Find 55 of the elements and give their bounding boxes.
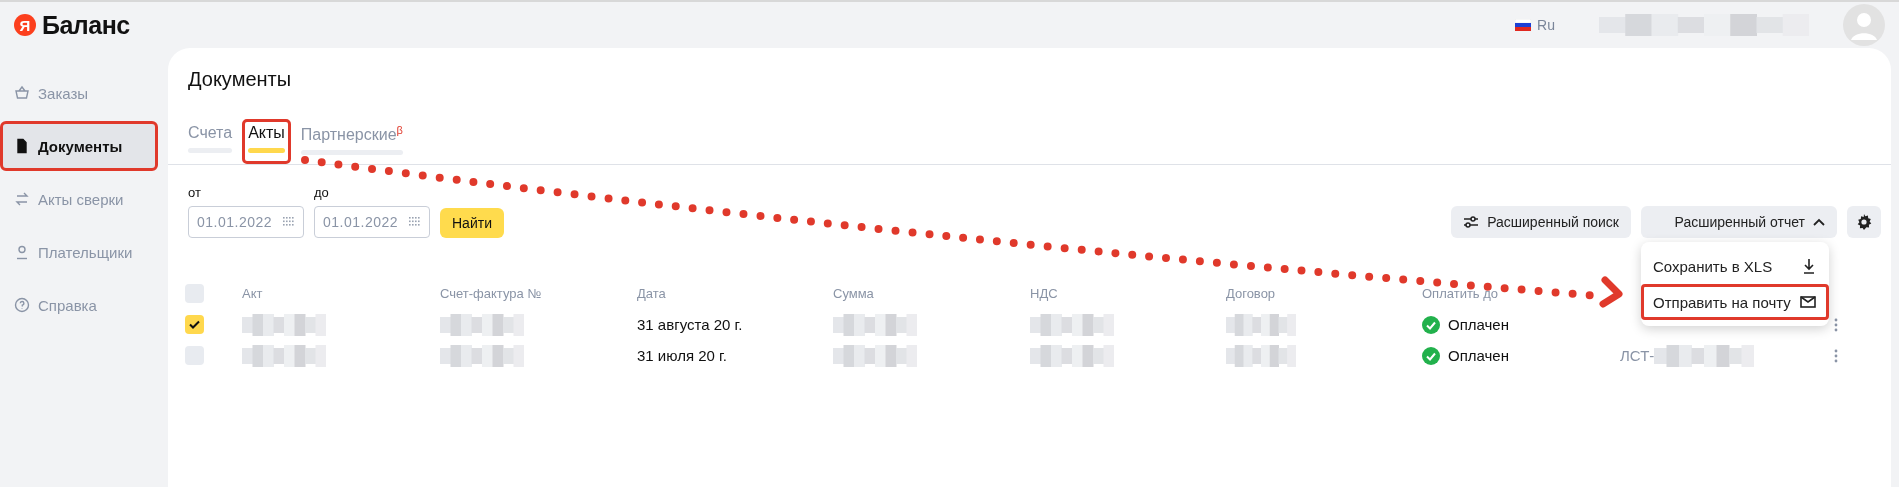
column-header: Счет-фактура № <box>440 285 543 304</box>
logo-text[interactable]: Баланс <box>42 10 130 40</box>
flag-icon <box>1515 19 1532 31</box>
swap-arrows-icon <box>14 191 30 207</box>
settings-icon <box>1856 214 1872 231</box>
more-icon[interactable] <box>1834 348 1838 363</box>
check-icon <box>189 320 200 330</box>
column-header: Сумма <box>833 285 875 304</box>
column-header: Дата <box>637 285 667 304</box>
sidebar-item[interactable]: Плательщики <box>0 227 158 277</box>
document-icon <box>14 138 30 154</box>
table-cell-text: 31 августа 20 г. <box>637 315 744 336</box>
basket-icon <box>14 85 30 101</box>
tab[interactable]: Партнерские$^{β}$ <box>294 119 409 165</box>
caret-icon <box>1813 218 1825 227</box>
help-icon <box>14 297 30 313</box>
status-text: Оплачен <box>1448 316 1509 334</box>
contract-prefix: ЛСТ- <box>1620 347 1655 365</box>
menu-item[interactable]: Отправить на почту <box>1641 284 1829 321</box>
table-cell-text: 31 июля 20 г. <box>637 346 728 367</box>
column-header: Договор <box>1226 285 1277 304</box>
row-checkbox[interactable] <box>185 315 204 335</box>
redacted-text <box>1226 344 1296 367</box>
menu-item[interactable]: Сохранить в XLS <box>1641 248 1829 285</box>
more-icon[interactable] <box>1834 317 1838 332</box>
sidebar-item[interactable]: Документы <box>0 121 158 171</box>
language-label: Ru <box>1537 17 1555 33</box>
tab[interactable]: Счета <box>182 119 239 165</box>
mail-icon <box>1800 296 1816 309</box>
column-header: НДС <box>1030 285 1059 304</box>
check-circle-icon <box>1422 346 1440 365</box>
tab[interactable]: Акты <box>242 119 291 165</box>
page-title: Документы <box>188 68 293 91</box>
settings-button[interactable] <box>1847 206 1881 239</box>
calendar-icon <box>409 217 421 228</box>
download-icon <box>1802 258 1816 275</box>
advanced-report-button[interactable]: Расширенный отчет <box>1641 206 1837 239</box>
advanced-search-button[interactable]: Расширенный поиск <box>1451 206 1631 239</box>
sliders-icon <box>1463 215 1480 230</box>
person-icon <box>14 244 30 260</box>
date-label: от <box>188 185 202 201</box>
logo-badge[interactable]: Я <box>14 14 36 36</box>
find-button[interactable]: Найти <box>440 208 504 239</box>
sidebar-item[interactable]: Заказы <box>0 68 158 118</box>
check-circle-icon <box>1422 315 1440 334</box>
status-text: Оплачен <box>1448 347 1509 365</box>
sidebar-item[interactable]: Акты сверки <box>0 174 158 224</box>
date-field[interactable]: 01.01.2022 <box>314 206 430 239</box>
date-field[interactable]: 01.01.2022 <box>188 206 304 239</box>
column-header: Оплатить до <box>1422 285 1500 304</box>
calendar-icon <box>283 217 295 228</box>
date-label: до <box>314 185 330 201</box>
column-header: Акт <box>242 285 264 304</box>
redacted-text <box>1226 313 1296 336</box>
sidebar-item[interactable]: Справка <box>0 280 158 330</box>
